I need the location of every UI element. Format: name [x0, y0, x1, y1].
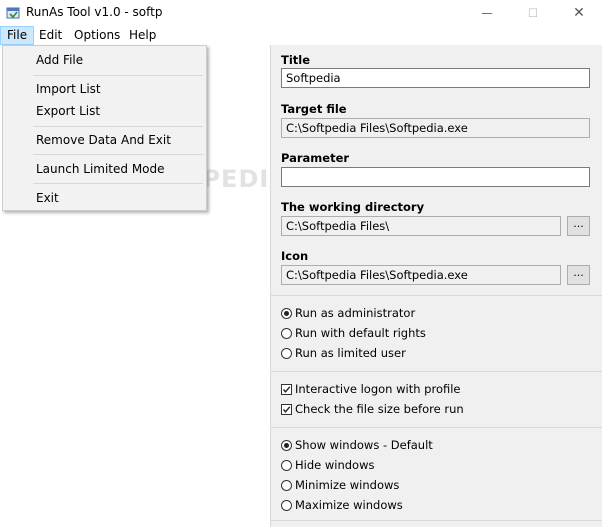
icon-label: Icon	[281, 249, 309, 263]
menu-options[interactable]: Options	[68, 26, 126, 45]
parameter-input[interactable]	[281, 167, 590, 187]
menu-item-exit[interactable]: Exit	[36, 191, 59, 205]
maximize-icon: ☐	[527, 6, 539, 20]
close-button[interactable]: ✕	[556, 0, 602, 26]
menu-file[interactable]: File	[0, 26, 35, 45]
menu-item-add-file[interactable]: Add File	[36, 53, 83, 67]
working-directory-label: The working directory	[281, 200, 425, 214]
radio-maximize-windows[interactable]: Maximize windows	[281, 497, 403, 513]
checkbox-label: Interactive logon with profile	[295, 382, 461, 396]
working-directory-field[interactable]: C:\Softpedia Files\	[281, 216, 561, 236]
divider	[271, 427, 602, 428]
minimize-icon: —	[481, 6, 493, 20]
radio-icon	[281, 347, 292, 359]
divider	[271, 520, 602, 521]
radio-label: Run as administrator	[295, 306, 416, 320]
radio-run-default-rights[interactable]: Run with default rights	[281, 325, 426, 341]
radio-run-limited-user[interactable]: Run as limited user	[281, 345, 406, 361]
radio-icon	[281, 327, 292, 339]
menu-item-remove-data-exit[interactable]: Remove Data And Exit	[36, 133, 171, 147]
file-menu-dropdown: Add File Import List Export List Remove …	[2, 45, 207, 211]
browse-icon-button[interactable]: ...	[567, 265, 590, 285]
checkbox-label: Check the file size before run	[295, 402, 464, 416]
radio-label: Minimize windows	[295, 478, 400, 492]
parameter-label: Parameter	[281, 151, 350, 165]
browse-directory-button[interactable]: ...	[567, 216, 590, 236]
radio-label: Maximize windows	[295, 498, 403, 512]
checkbox-check-file-size[interactable]: Check the file size before run	[281, 401, 464, 417]
menu-separator	[33, 154, 203, 155]
checkbox-checked-icon	[281, 383, 292, 395]
checkbox-checked-icon	[281, 403, 292, 415]
app-icon	[6, 6, 20, 20]
menu-help[interactable]: Help	[123, 26, 162, 45]
divider	[271, 371, 602, 372]
radio-selected-icon	[281, 439, 292, 451]
target-file-label: Target file	[281, 102, 347, 116]
minimize-button[interactable]: —	[464, 0, 510, 26]
menu-bar: File Edit Options Help	[0, 26, 602, 45]
close-icon: ✕	[573, 5, 585, 21]
radio-label: Show windows - Default	[295, 438, 433, 452]
title-bar: RunAs Tool v1.0 - softp — ☐ ✕	[0, 0, 602, 26]
radio-show-windows[interactable]: Show windows - Default	[281, 437, 433, 453]
window-title: RunAs Tool v1.0 - softp	[26, 5, 163, 19]
menu-edit[interactable]: Edit	[33, 26, 68, 45]
menu-separator	[33, 126, 203, 127]
menu-item-import-list[interactable]: Import List	[36, 82, 101, 96]
checkbox-interactive-logon[interactable]: Interactive logon with profile	[281, 381, 461, 397]
title-input[interactable]: Softpedia	[281, 68, 590, 88]
icon-field[interactable]: C:\Softpedia Files\Softpedia.exe	[281, 265, 561, 285]
menu-separator	[33, 183, 203, 184]
radio-label: Run as limited user	[295, 346, 406, 360]
menu-separator	[33, 75, 203, 76]
radio-label: Hide windows	[295, 458, 375, 472]
title-label: Title	[281, 53, 311, 67]
radio-label: Run with default rights	[295, 326, 426, 340]
target-file-field[interactable]: C:\Softpedia Files\Softpedia.exe	[281, 118, 590, 138]
menu-item-export-list[interactable]: Export List	[36, 104, 100, 118]
radio-minimize-windows[interactable]: Minimize windows	[281, 477, 399, 493]
menu-item-launch-limited[interactable]: Launch Limited Mode	[36, 162, 165, 176]
radio-icon	[281, 479, 292, 491]
radio-run-as-admin[interactable]: Run as administrator	[281, 305, 415, 321]
radio-icon	[281, 459, 292, 471]
divider	[271, 295, 602, 296]
radio-hide-windows[interactable]: Hide windows	[281, 457, 375, 473]
radio-selected-icon	[281, 307, 292, 319]
radio-icon	[281, 499, 292, 511]
maximize-button[interactable]: ☐	[510, 0, 556, 26]
